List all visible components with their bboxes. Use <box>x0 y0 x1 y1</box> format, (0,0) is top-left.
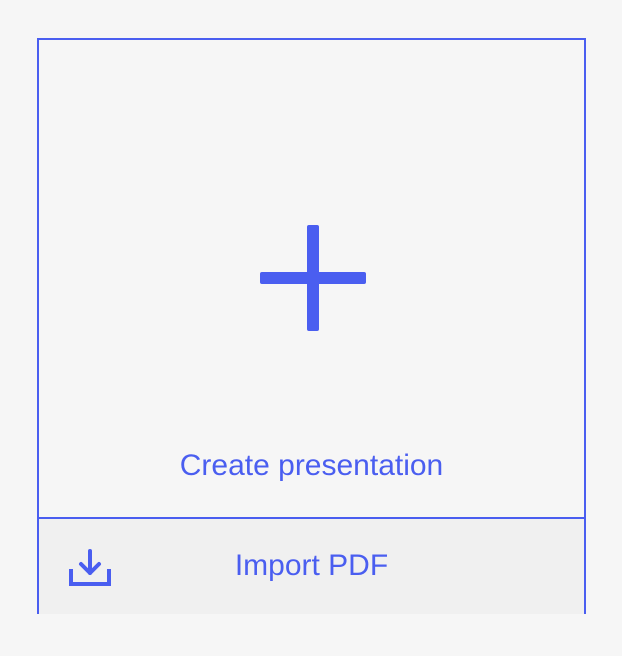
import-pdf-label: Import PDF <box>234 549 389 582</box>
create-presentation-button[interactable]: Create presentation <box>39 40 584 518</box>
import-pdf-button[interactable]: Import PDF <box>39 519 584 614</box>
new-presentation-card: Create presentation Import PDF <box>37 38 586 614</box>
create-presentation-label: Create presentation <box>179 449 444 482</box>
plus-icon <box>260 225 366 331</box>
